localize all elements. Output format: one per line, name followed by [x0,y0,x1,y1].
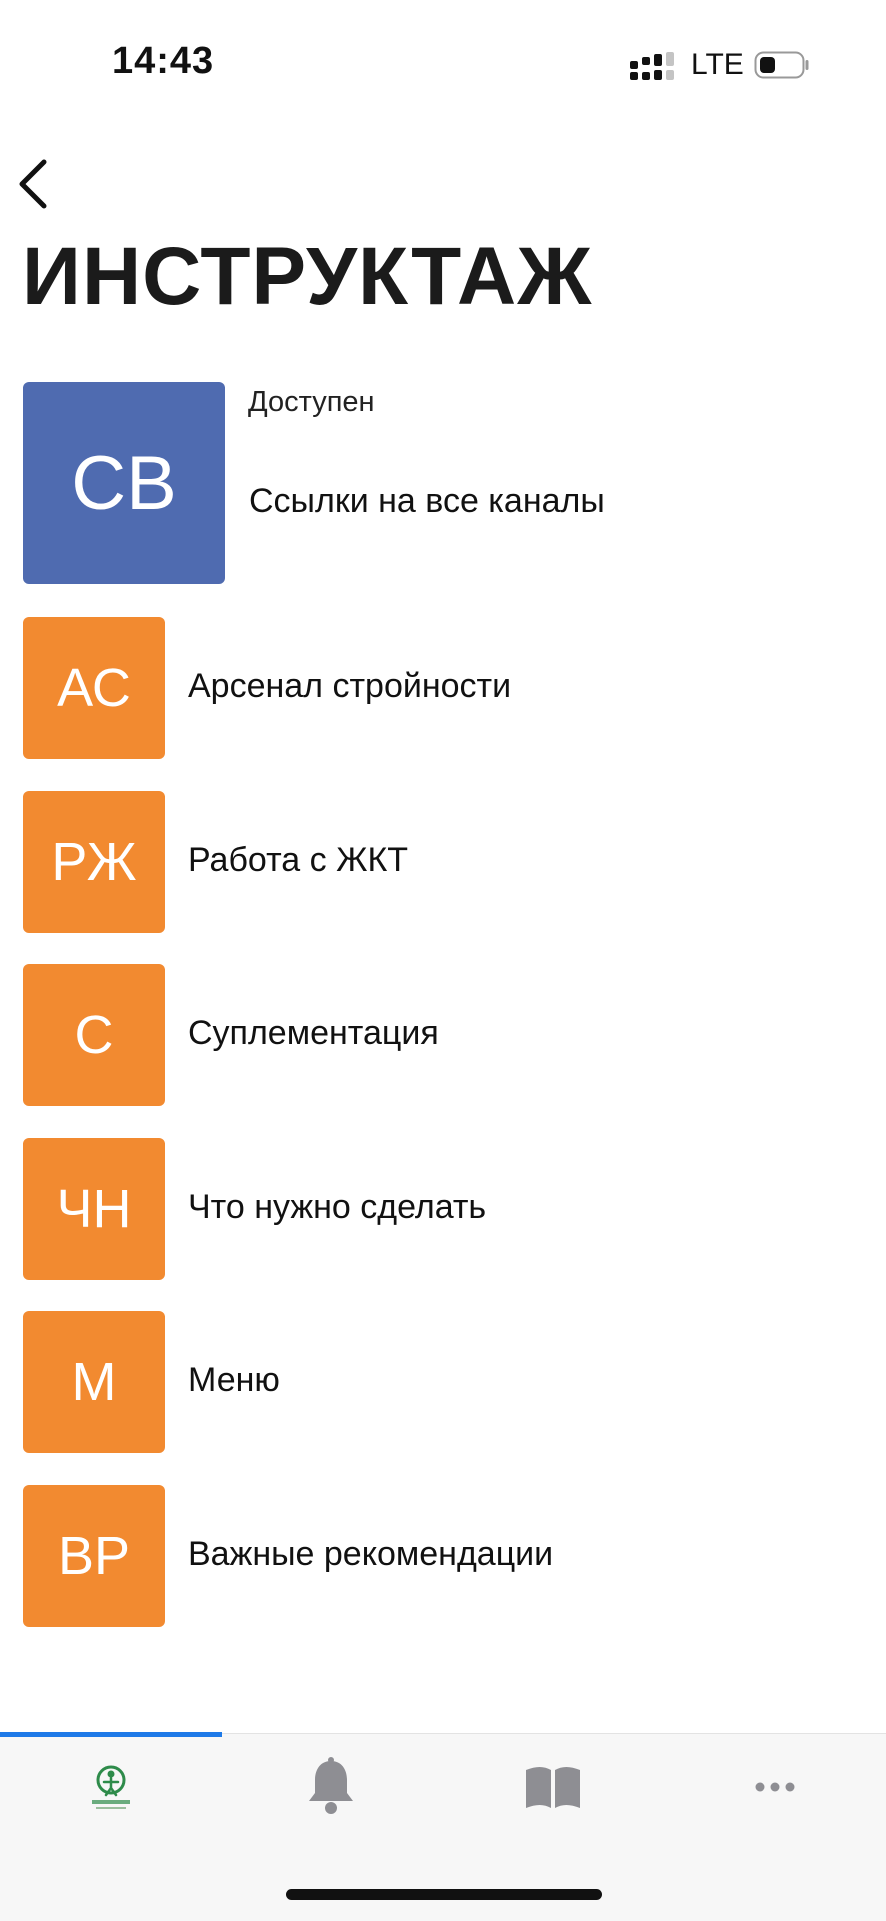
item-label: Арсенал стройности [188,667,512,705]
item-initials: ЧН [56,1179,132,1239]
item-status: Доступен [248,386,375,418]
back-button[interactable] [14,156,58,212]
item-label: Ссылки на все каналы [249,482,605,520]
bell-icon [309,1757,353,1814]
item-label: Работа с ЖКТ [188,841,409,879]
status-bar: 14:43 LTE [0,0,886,120]
battery-icon [754,51,809,79]
item-avatar: СВ [23,382,225,584]
active-tab-indicator [0,1732,222,1737]
list-item[interactable]: ЧН Что нужно сделать [0,1138,886,1280]
status-time: 14:43 [112,40,215,82]
signal-icon [630,52,674,80]
list-item[interactable]: М Меню [0,1311,886,1453]
tab-more[interactable] [725,1752,825,1822]
item-label: Важные рекомендации [188,1535,554,1573]
item-avatar: РЖ [23,791,165,933]
item-initials: ВР [57,1526,131,1586]
app-logo-icon [92,1765,130,1809]
item-label: Суплементация [188,1014,439,1052]
book-icon [526,1767,580,1808]
item-avatar: АС [23,617,165,759]
tab-library[interactable] [503,1752,603,1822]
item-initials: АС [57,658,131,718]
item-avatar: С [23,964,165,1106]
tab-notifications[interactable] [281,1752,381,1822]
item-initials: РЖ [51,832,137,892]
list-item[interactable]: РЖ Работа с ЖКТ [0,791,886,933]
item-initials: М [71,1352,117,1412]
more-icon [755,1782,795,1792]
item-label: Меню [188,1361,280,1399]
item-initials: СВ [71,440,177,526]
item-avatar: ЧН [23,1138,165,1280]
item-label: Что нужно сделать [188,1188,487,1226]
list-item[interactable]: СВ Доступен Ссылки на все каналы [0,382,886,586]
item-avatar: М [23,1311,165,1453]
tab-home[interactable] [61,1752,161,1822]
item-avatar: ВР [23,1485,165,1627]
home-indicator [286,1889,602,1900]
list-item[interactable]: АС Арсенал стройности [0,617,886,759]
list-item[interactable]: ВР Важные рекомендации [0,1485,886,1627]
network-type: LTE [691,48,744,81]
item-initials: С [74,1005,114,1065]
list-item[interactable]: С Суплементация [0,964,886,1106]
page-title: ИНСТРУКТАЖ [22,231,593,322]
